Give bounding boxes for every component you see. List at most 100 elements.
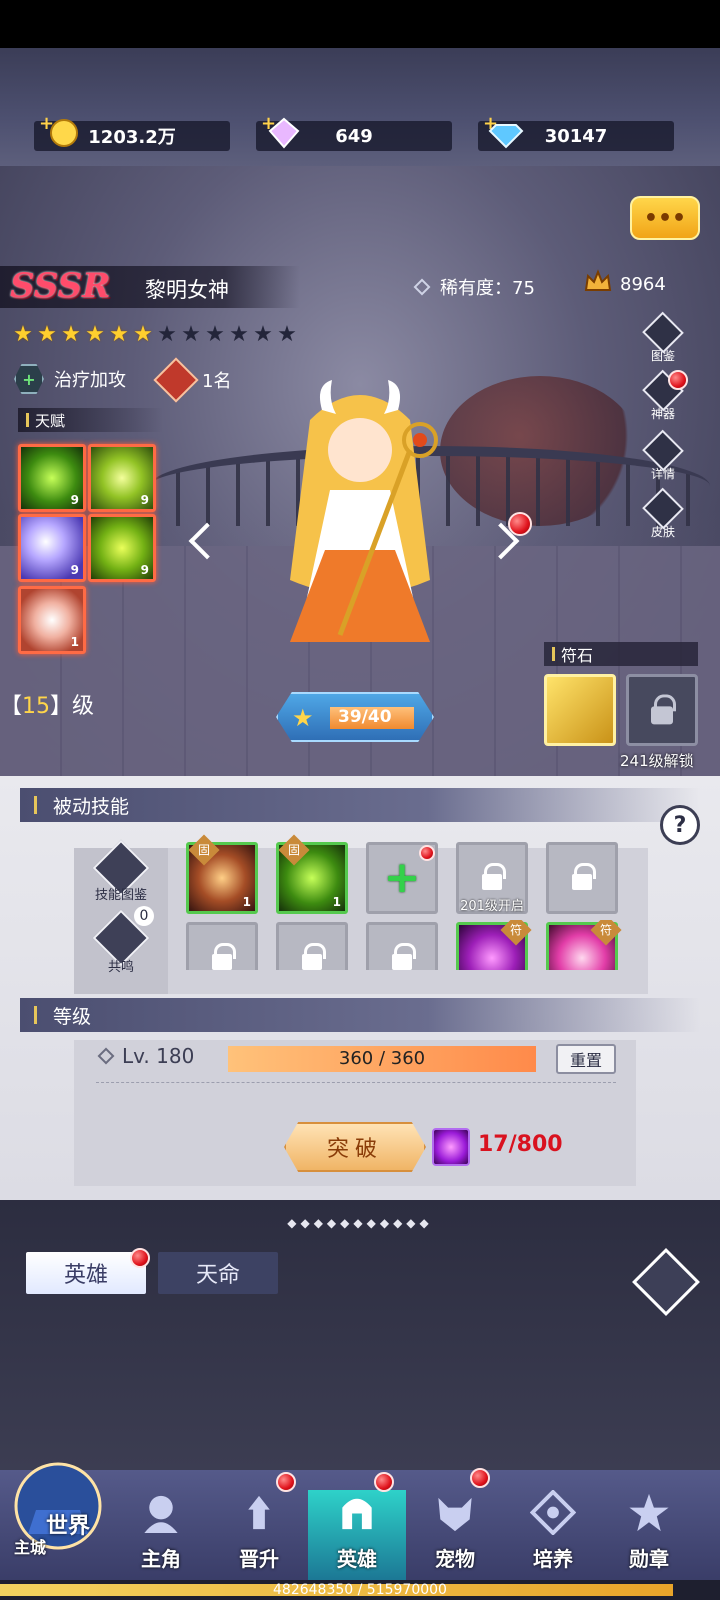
lock-icon [392,943,416,970]
divider-ornament: ◆◆◆◆◆◆◆◆◆◆◆ [287,1216,433,1230]
rune-skill-slot-2[interactable]: 符 [546,920,622,970]
talent-slot-4[interactable]: 9 [88,514,156,582]
codex-icon [642,311,684,354]
rune-slot-equipped[interactable] [544,674,616,746]
rune-slot-locked[interactable] [626,674,698,746]
talent-slot-3[interactable]: 9 [18,514,86,582]
notification-dot [374,1472,394,1492]
skill-codex-button[interactable] [92,839,150,897]
world-button[interactable]: 世界 主城 [8,1454,108,1564]
crown-power-icon [584,269,612,291]
gold-coin-icon [50,119,78,147]
side-button-details[interactable]: 详情 [640,429,686,482]
cultivate-compass-icon [530,1490,576,1535]
talent-level: 9 [140,493,149,507]
passive-skill-slot-2[interactable]: 固 1 [276,834,348,914]
home-label: 主城 [14,1538,47,1557]
currency-gold[interactable]: + 1203.2万 [34,113,230,151]
passive-skill-add-slot[interactable]: + [366,842,438,914]
talent-slot-1[interactable]: 9 [18,444,86,512]
hero-helmet-icon [342,1498,372,1530]
star-filled-icon: ★ [133,322,153,347]
level-bracket-open: 【 [0,694,23,719]
nav-label: 晋升 [239,1547,279,1571]
level-bar-text: 360 / 360 [338,1048,426,1069]
currency-diamond[interactable]: + 30147 [478,113,674,151]
protagonist-icon [144,1495,178,1534]
breakthrough-button[interactable]: 突破 [284,1122,426,1172]
role-label: 治疗加攻 [54,370,126,391]
diamond-value: 30147 [544,125,608,147]
star-empty-icon: ★ [181,322,201,347]
tab-destiny[interactable]: 天命 [158,1252,278,1294]
lock-icon [302,943,326,970]
passive-skill-locked-slot[interactable] [366,922,438,970]
resonance-count: 0 [134,906,154,926]
talent-slot-5[interactable]: 1 [18,586,86,654]
level-value: Lv. 180 [122,1044,195,1068]
gold-value: 1203.2万 [88,127,176,148]
talent-level: 9 [70,563,79,577]
blue-diamond-icon [488,124,524,149]
separator [96,1082,616,1083]
lock-icon [212,943,236,970]
rank-badge[interactable]: 1名 [153,357,232,403]
nav-label: 培养 [533,1547,573,1571]
upgrade-exp-box[interactable]: ★ 39/40 [276,692,434,742]
passive-skill-locked-slot[interactable] [186,922,258,970]
level-diamond-icon [97,1047,115,1065]
nav-cultivate[interactable]: 培养 [504,1490,602,1590]
nav-heroes[interactable]: 英雄 [308,1490,406,1590]
hero-name: 黎明女神 [145,278,229,302]
notification-dot [470,1468,490,1488]
rune-tag: 符 [590,920,622,946]
star-empty-icon: ★ [157,322,177,347]
passive-skill-locked-slot[interactable]: 201级开启 [456,842,528,914]
nav-label: 勋章 [629,1547,669,1571]
skill-codex-label: 技能图鉴 [94,888,147,903]
star-rating: ★ ★ ★ ★ ★ ★ ★ ★ ★ ★ ★ ★ [12,324,298,346]
status-bar [0,0,720,48]
passive-skill-locked-slot[interactable] [276,922,348,970]
reset-button[interactable]: 重置 [556,1044,616,1074]
side-button-artifact[interactable]: 神器 [640,369,688,422]
rune-tag: 符 [500,920,532,946]
star-empty-icon: ★ [229,322,249,347]
rune-title: 符石 [544,642,698,666]
currency-crystal[interactable]: + 649 [256,113,452,151]
talent-slot-2[interactable]: 9 [88,444,156,512]
hero-level: 【15】级 [0,688,94,720]
tab-hero[interactable]: 英雄 [26,1252,146,1294]
level-number: 15 [22,694,51,719]
fixed-tag: 固 [188,834,220,866]
level-label: Lv. 180 [97,1044,195,1068]
rarity-value: 稀有度：75 [440,278,535,299]
star-filled-icon: ★ [61,322,81,347]
nav-protagonist[interactable]: 主角 [112,1490,210,1590]
chat-bubble-button[interactable]: ••• [630,196,700,240]
side-button-skins[interactable]: 皮肤 [640,487,686,540]
help-button[interactable]: ? [660,805,700,845]
passive-skill-slot-1[interactable]: 固 1 [186,834,258,914]
account-exp-text: 482648350 / 515970000 [273,1582,447,1598]
hero-portrait[interactable] [270,380,450,650]
skill-level: 1 [242,895,251,909]
lock-icon [651,694,676,725]
rune-skill-slot-1[interactable]: 符 [456,920,532,970]
rank-label: 1名 [202,371,232,392]
star-filled-icon: ★ [109,322,129,347]
nav-label: 英雄 [337,1547,377,1571]
lock-icon [572,863,596,891]
nav-medals[interactable]: 勋章 [600,1490,698,1590]
side-button-codex[interactable]: 图鉴 [640,311,686,364]
lower-background [0,1200,720,1470]
talent-level: 9 [70,493,79,507]
notification-dot [276,1472,296,1492]
skill-level: 1 [332,895,341,909]
passive-skill-locked-slot[interactable] [546,842,618,914]
role-tag: + 治疗加攻 [14,364,126,394]
heal-cross-icon: + [14,364,44,394]
nav-promotion[interactable]: 晋升 [210,1490,308,1590]
passive-skills-header: 被动技能 [20,788,700,822]
nav-pets[interactable]: 宠物 [406,1490,504,1590]
